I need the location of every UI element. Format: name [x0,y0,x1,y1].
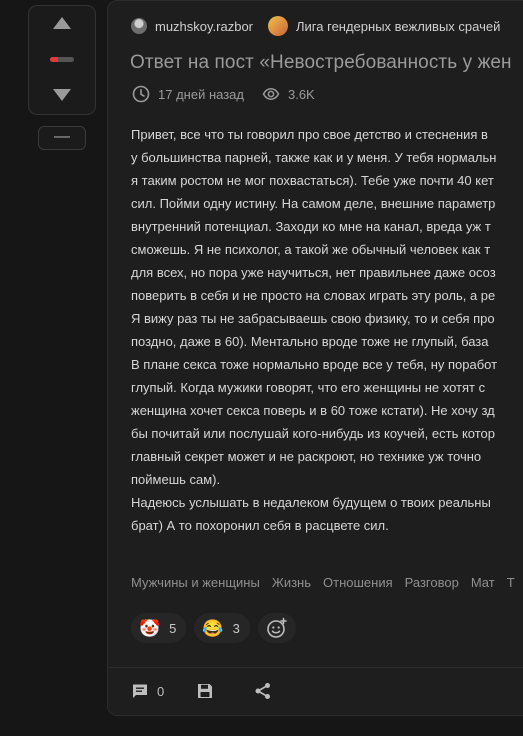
arrow-up-icon[interactable] [53,17,71,29]
body-line: у большинства парней, также как и у меня… [131,150,497,165]
comments-count: 0 [157,683,165,699]
body-line: бы почитай или послушай кого-нибудь из к… [131,426,496,441]
author-link[interactable]: muzhskoy.razbor [131,18,253,34]
add-reaction-button[interactable] [257,613,296,643]
author-avatar [131,18,147,34]
story-stats: 17 дней назад 3.6K [132,85,333,103]
clown-face-icon: 🤡 [139,618,161,638]
tag-link[interactable]: Жизнь [272,575,311,590]
body-line: Надеюсь услышать в недалеком будущем о т… [131,495,491,510]
tag-link[interactable]: Мат [471,575,495,590]
body-line: поймешь сам). [131,472,221,487]
save-button[interactable] [196,682,222,700]
card-divider [108,667,523,668]
vote-panel [28,5,96,115]
community-avatar [268,16,289,36]
community-name: Лига гендерных вежливых срачей [296,18,501,34]
laughing-face-icon: 😂 [202,618,224,638]
share-icon [255,683,271,699]
body-line: В плане секса тоже нормально вроде все у… [131,357,498,372]
view-count: 3.6K [287,86,315,102]
tag-list: Мужчины и женщины Жизнь Отношения Разговор М… [131,575,523,590]
story-actions: 0 [131,682,312,700]
body-line: поздно, даже в 60). Ментально вроде тоже… [131,334,489,349]
story-meta: muzhskoy.razbor Лига гендерных вежливых … [131,16,515,36]
time-stat: 17 дней назад [132,85,244,103]
story-title[interactable]: Ответ на пост «Невостребованность у жен [130,52,512,74]
body-line: женщина хочет секса поверь и в 60 тоже к… [131,403,495,418]
post-time: 17 дней назад [158,86,244,102]
views-stat: 3.6K [262,85,315,103]
add-emoji-icon [267,617,287,638]
body-line: сил. Пойми одну истину. На самом деле, в… [131,196,496,211]
body-line: я таким ростом не мог похвастаться). Теб… [131,173,494,188]
body-line: главный секрет может и не раскроют, но т… [131,449,482,464]
reaction-button[interactable]: 😂 3 [194,613,250,643]
tag-link[interactable]: Разговор [405,575,459,590]
body-line: глупый. Когда мужики говорят, что его же… [131,380,486,395]
body-line: сможешь. Я не психолог, а такой же обычн… [131,242,491,257]
comment-icon [133,684,147,698]
tag-link[interactable]: Отношения [323,575,393,590]
rating-bar [50,57,74,62]
author-name: muzhskoy.razbor [155,18,254,34]
community-link[interactable]: Лига гендерных вежливых срачей [268,16,500,36]
tag-link[interactable]: Т [507,575,515,590]
story-card: muzhskoy.razbor Лига гендерных вежливых … [107,0,523,716]
save-icon [198,684,213,698]
body-line: Привет, все что ты говорил про свое детс… [131,127,488,142]
comments-button[interactable]: 0 [131,682,164,700]
reaction-bar: 🤡 5 😂 3 [131,613,296,643]
clock-icon [132,85,150,103]
body-line: брат) А то похоронил себя в расцвете сил… [131,518,389,533]
arrow-down-icon[interactable] [53,89,71,101]
eye-icon [262,88,280,100]
reaction-count: 5 [169,620,177,636]
rating-bar-negative [50,57,59,62]
body-line: Я вижу раз ты не забрасываешь свою физик… [131,311,495,326]
tag-link[interactable]: Мужчины и женщины [131,575,260,590]
story-body: Привет, все что ты говорил про свое детс… [131,123,523,537]
body-line: внутренний потенциал. Заходи ко мне на к… [131,219,491,234]
body-line: поверить в себя и не просто на словах иг… [131,288,496,303]
collapse-button[interactable]: — [38,126,86,150]
reaction-button[interactable]: 🤡 5 [131,613,187,643]
body-line: для всех, но пора уже научиться, нет пра… [131,265,496,280]
reaction-count: 3 [232,620,240,636]
share-button[interactable] [254,682,280,700]
